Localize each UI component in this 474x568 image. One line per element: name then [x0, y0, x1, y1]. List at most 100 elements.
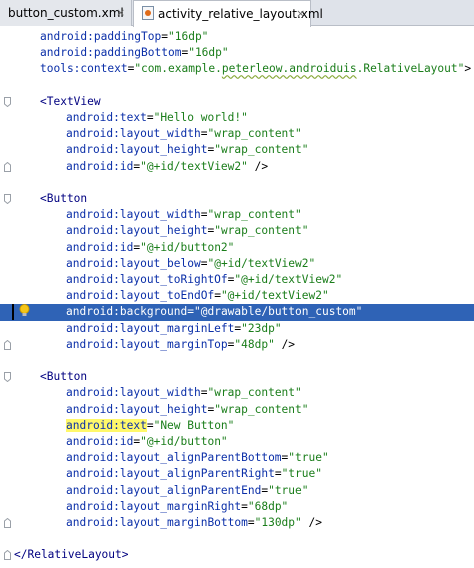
fold-marker-icon[interactable]	[4, 550, 11, 561]
fold-marker-icon[interactable]	[4, 518, 11, 528]
code-text: android:layout_width="wrap_content"	[66, 127, 302, 141]
xml-attribute: android:paddingTop	[40, 30, 162, 43]
code-line[interactable]: android:paddingTop="16dp"	[0, 29, 474, 45]
close-icon[interactable]: ×	[296, 1, 305, 27]
xml-value: "48dp"	[234, 337, 275, 351]
xml-value: "16dp"	[168, 30, 209, 43]
fold-marker-icon[interactable]	[4, 339, 11, 350]
code-line[interactable]: android:text="Hello world!"	[0, 110, 474, 126]
close-icon[interactable]: ×	[116, 0, 125, 26]
xml-attribute: android:layout_marginLeft	[66, 321, 235, 335]
code-line[interactable]: android:layout_height="wrap_content"	[0, 223, 474, 239]
code-line[interactable]: android:layout_marginLeft="23dp"	[0, 321, 474, 337]
code-line[interactable]: android:layout_toEndOf="@+id/textView2"	[0, 288, 474, 304]
code-text: android:id="@+id/textView2" />	[66, 159, 269, 173]
code-text: android:layout_marginRight="68dp"	[66, 499, 289, 513]
xml-value: "Hello world!"	[153, 111, 248, 124]
code-text: android:layout_alignParentBottom="true"	[66, 451, 329, 465]
xml-attribute: android:id	[66, 240, 134, 254]
code-line[interactable]	[0, 531, 474, 547]
code-line[interactable]	[0, 353, 474, 369]
fold-marker-icon[interactable]	[4, 194, 11, 204]
code-text: <Button	[40, 369, 87, 385]
code-text: android:layout_alignParentEnd="true"	[66, 483, 309, 497]
editor-tab-bar: button_custom.xml × activity_relative_la…	[0, 0, 474, 27]
xml-attribute: android:layout_height	[66, 143, 208, 157]
xml-attribute: android:layout_width	[66, 127, 201, 141]
xml-attribute: android:layout_height	[66, 224, 208, 238]
code-line[interactable]: android:id="@+id/button"	[0, 434, 474, 450]
xml-value: "true"	[268, 483, 309, 497]
code-text: android:background="@drawable/button_cus…	[66, 305, 363, 319]
code-text: android:layout_toRightOf="@+id/textView2…	[66, 273, 343, 286]
fold-marker-icon[interactable]	[4, 372, 11, 383]
code-text: android:text="Hello world!"	[66, 111, 248, 124]
code-line[interactable]: android:layout_alignParentRight="true"	[0, 466, 474, 482]
xml-attribute: android:background	[66, 305, 188, 319]
xml-value: "true"	[281, 467, 322, 481]
code-text: android:layout_alignParentRight="true"	[66, 467, 322, 481]
xml-tag: <Button	[40, 370, 88, 384]
xml-value: "@drawable/button_custom"	[194, 305, 363, 319]
xml-value: "130dp"	[254, 516, 302, 529]
code-line[interactable]	[0, 78, 474, 94]
code-line[interactable]: android:layout_marginRight="68dp"	[0, 499, 474, 515]
xml-file-icon	[142, 6, 154, 20]
code-line[interactable]: <TextView	[0, 94, 474, 110]
xml-attribute: android:layout_marginTop	[66, 337, 228, 351]
xml-value: "com.example.peterleow.androiduis.Relati…	[134, 62, 465, 76]
code-line[interactable]: android:background="@drawable/button_cus…	[0, 303, 474, 321]
xml-attribute: android:layout_toEndOf	[66, 289, 215, 303]
xml-attribute: android:layout_alignParentBottom	[66, 451, 282, 465]
xml-value: "68dp"	[247, 499, 289, 513]
xml-value: "@+id/textView2"	[220, 289, 329, 303]
code-line[interactable]: android:layout_width="wrap_content"	[0, 385, 474, 401]
code-line[interactable]: android:paddingBottom="16dp"	[0, 45, 474, 61]
code-line[interactable]: android:layout_width="wrap_content"	[0, 207, 474, 223]
code-line[interactable]: android:id="@+id/button2"	[0, 240, 474, 256]
code-line[interactable]	[0, 175, 474, 191]
xml-attribute: android:id	[66, 159, 134, 173]
xml-attribute: android:layout_marginBottom	[66, 516, 248, 529]
fold-marker-icon[interactable]	[4, 161, 11, 172]
code-line[interactable]: android:layout_width="wrap_content"	[0, 126, 474, 142]
code-text: android:layout_width="wrap_content"	[66, 386, 302, 400]
code-line[interactable]: </RelativeLayout>	[0, 547, 474, 563]
fold-marker-icon[interactable]	[4, 96, 11, 107]
code-line[interactable]: android:text="New Button"	[0, 418, 474, 434]
code-text: android:layout_height="wrap_content"	[66, 402, 309, 416]
code-text: <Button	[40, 191, 87, 207]
tab-button-custom[interactable]: button_custom.xml ×	[0, 0, 132, 26]
tab-activity-relative-layout[interactable]: activity_relative_layout.xml ×	[133, 0, 323, 27]
code-line[interactable]: android:id="@+id/textView2" />	[0, 159, 474, 175]
code-line[interactable]: android:layout_alignParentEnd="true"	[0, 483, 474, 499]
code-line[interactable]: android:layout_toRightOf="@+id/textView2…	[0, 272, 474, 288]
xml-value: "wrap_content"	[214, 224, 309, 238]
xml-value: "wrap_content"	[214, 402, 309, 416]
code-editor[interactable]: android:paddingTop="16dp" android:padding…	[0, 26, 474, 568]
xml-tag: <Button	[40, 192, 88, 205]
code-text: tools:context="com.example.peterleow.and…	[40, 62, 472, 76]
code-line[interactable]: tools:context="com.example.peterleow.and…	[0, 61, 474, 77]
xml-attribute: android:layout_alignParentRight	[66, 467, 275, 481]
xml-attribute: android:text	[66, 418, 147, 432]
xml-tag: <TextView	[40, 94, 101, 108]
xml-value: "@+id/button2"	[140, 240, 235, 254]
xml-value: "wrap_content"	[214, 143, 309, 157]
code-line[interactable]: <Button	[0, 191, 474, 207]
code-line[interactable]: android:layout_marginBottom="130dp" />	[0, 515, 474, 531]
code-line[interactable]: <Button	[0, 369, 474, 385]
xml-value: "wrap_content"	[207, 386, 302, 400]
code-line[interactable]: android:layout_height="wrap_content"	[0, 142, 474, 158]
xml-attribute: android:layout_height	[66, 402, 208, 416]
code-line[interactable]: android:layout_marginTop="48dp" />	[0, 337, 474, 353]
code-line[interactable]: android:layout_alignParentBottom="true"	[0, 450, 474, 466]
code-text: android:id="@+id/button2"	[66, 240, 235, 254]
lightbulb-icon[interactable]	[19, 303, 30, 319]
xml-attribute: android:layout_alignParentEnd	[66, 483, 262, 497]
code-line[interactable]: android:layout_height="wrap_content"	[0, 402, 474, 418]
code-line[interactable]: android:layout_below="@+id/textView2"	[0, 256, 474, 272]
xml-value: "New Button"	[153, 418, 235, 432]
xml-attribute: tools:context	[40, 62, 128, 76]
code-text: android:layout_below="@+id/textView2"	[66, 256, 316, 270]
